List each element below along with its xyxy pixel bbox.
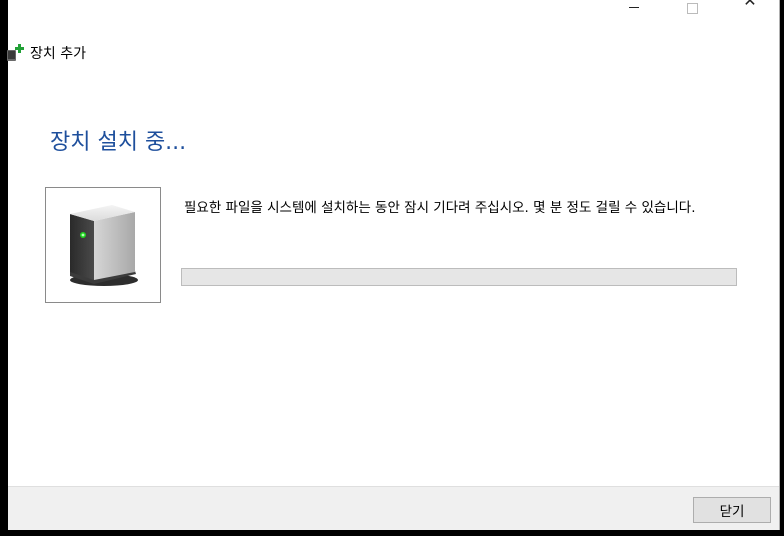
install-message: 필요한 파일을 시스템에 설치하는 동안 잠시 기다려 주십시오. 몇 분 정도… <box>184 200 696 216</box>
device-image-frame <box>45 187 161 303</box>
add-device-icon <box>6 43 26 63</box>
add-device-window: ✕ 장치 추가 장치 설치 중... 필요한 파일을 시스템에 설치하는 동안 … <box>6 0 780 530</box>
storage-device-icon <box>70 205 138 286</box>
close-button[interactable]: 닫기 <box>693 497 771 523</box>
minimize-button[interactable] <box>605 0 663 30</box>
window-title: 장치 추가 <box>30 46 86 62</box>
dialog-footer: 닫기 <box>8 486 779 530</box>
install-progress-bar <box>181 268 737 286</box>
page-title: 장치 설치 중... <box>50 130 187 155</box>
maximize-icon <box>686 2 698 14</box>
minimize-icon <box>629 6 639 8</box>
window-title-bar: 장치 추가 <box>6 40 86 66</box>
close-icon: ✕ <box>743 0 757 10</box>
maximize-button[interactable] <box>663 0 721 30</box>
close-window-button[interactable]: ✕ <box>721 0 779 16</box>
caption-controls: ✕ <box>605 0 779 30</box>
